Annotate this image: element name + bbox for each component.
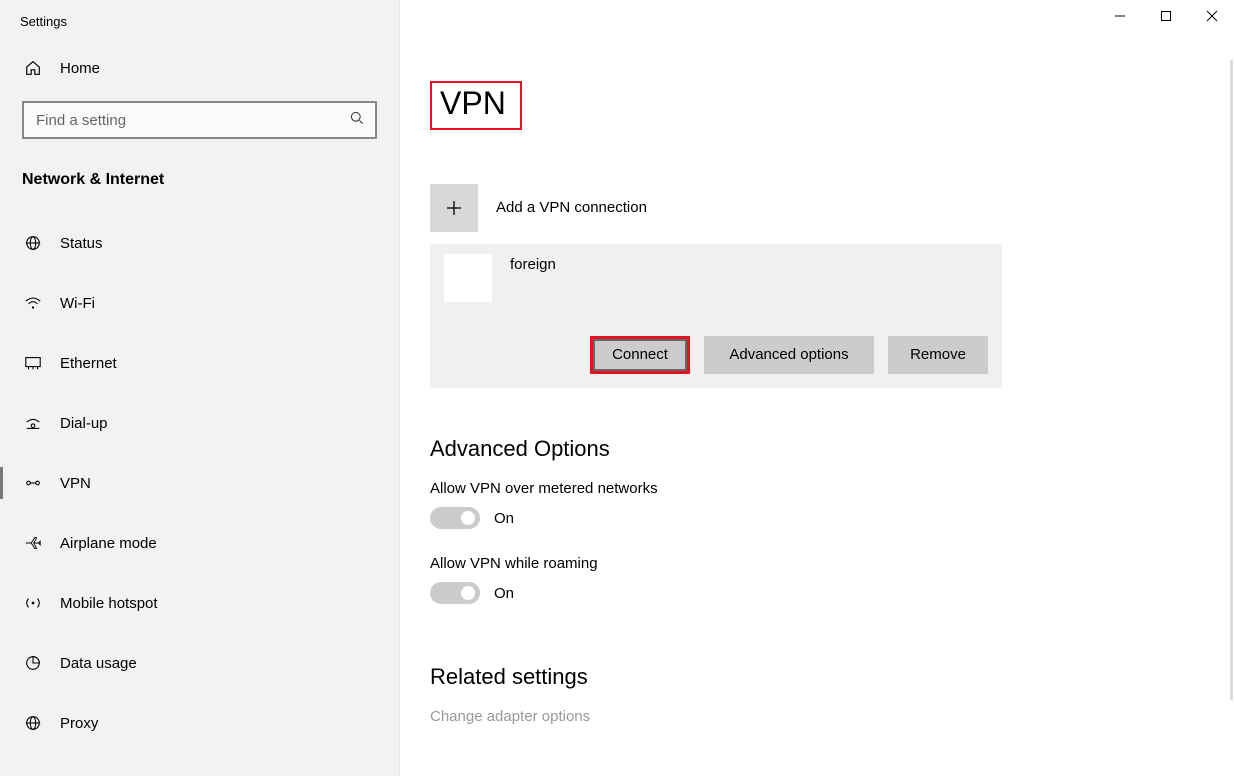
sidebar-item-label: Dial-up — [60, 415, 108, 432]
sidebar-home-label: Home — [60, 60, 100, 77]
main-content: VPN Add a VPN connection foreign Connect… — [400, 0, 1235, 776]
status-icon — [22, 234, 44, 252]
sidebar-category: Network & Internet — [22, 139, 377, 199]
toggle-state: On — [494, 585, 514, 602]
sidebar-item-dialup[interactable]: Dial-up — [22, 393, 377, 453]
scrollbar[interactable] — [1230, 60, 1233, 700]
vpn-entry-icon — [444, 254, 492, 302]
sidebar-item-label: Wi-Fi — [60, 295, 95, 312]
sidebar-item-label: Status — [60, 235, 103, 252]
home-icon — [22, 59, 44, 77]
remove-button[interactable]: Remove — [888, 336, 988, 374]
vpn-entry[interactable]: foreign Connect Advanced options Remove — [430, 244, 1002, 388]
hotspot-icon — [22, 594, 44, 612]
sidebar-item-ethernet[interactable]: Ethernet — [22, 333, 377, 393]
advanced-options-button[interactable]: Advanced options — [704, 336, 874, 374]
search-icon — [349, 110, 365, 130]
add-vpn-row[interactable]: Add a VPN connection — [430, 184, 1235, 232]
search-box[interactable] — [22, 101, 377, 139]
sidebar-item-wifi[interactable]: Wi-Fi — [22, 273, 377, 333]
page-title: VPN — [430, 81, 522, 130]
add-vpn-label: Add a VPN connection — [496, 199, 647, 216]
link-change-adapter[interactable]: Change adapter options — [430, 708, 1235, 725]
sidebar-item-vpn[interactable]: VPN — [22, 453, 377, 513]
datausage-icon — [22, 654, 44, 672]
sidebar-item-datausage[interactable]: Data usage — [22, 633, 377, 693]
ethernet-icon — [22, 354, 44, 372]
vpn-icon — [22, 474, 44, 492]
sidebar-item-label: Proxy — [60, 715, 98, 732]
sidebar-item-airplane[interactable]: Airplane mode — [22, 513, 377, 573]
toggle-state: On — [494, 510, 514, 527]
vpn-entry-name: foreign — [510, 256, 556, 273]
sidebar: Settings Home Network & Internet — [0, 0, 400, 776]
related-settings-heading: Related settings — [430, 664, 1235, 690]
toggle-metered: Allow VPN over metered networks On — [430, 480, 1235, 529]
app-title: Settings — [0, 0, 399, 39]
sidebar-item-status[interactable]: Status — [22, 213, 377, 273]
advanced-options-heading: Advanced Options — [430, 436, 1235, 462]
search-input[interactable] — [34, 111, 349, 130]
wifi-icon — [22, 294, 44, 312]
sidebar-nav: Status Wi-Fi Ethernet — [22, 213, 377, 753]
toggle-switch-roaming[interactable] — [430, 582, 480, 604]
sidebar-item-label: Mobile hotspot — [60, 595, 158, 612]
sidebar-item-proxy[interactable]: Proxy — [22, 693, 377, 753]
plus-icon — [430, 184, 478, 232]
toggle-roaming: Allow VPN while roaming On — [430, 555, 1235, 604]
sidebar-item-label: Data usage — [60, 655, 137, 672]
sidebar-home[interactable]: Home — [22, 39, 377, 101]
toggle-label: Allow VPN while roaming — [430, 555, 1235, 572]
airplane-icon — [22, 534, 44, 552]
sidebar-item-label: Airplane mode — [60, 535, 157, 552]
toggle-switch-metered[interactable] — [430, 507, 480, 529]
proxy-icon — [22, 714, 44, 732]
sidebar-item-label: VPN — [60, 475, 91, 492]
sidebar-item-label: Ethernet — [60, 355, 117, 372]
dialup-icon — [22, 414, 44, 432]
sidebar-item-hotspot[interactable]: Mobile hotspot — [22, 573, 377, 633]
toggle-label: Allow VPN over metered networks — [430, 480, 1235, 497]
connect-button[interactable]: Connect — [590, 336, 690, 374]
